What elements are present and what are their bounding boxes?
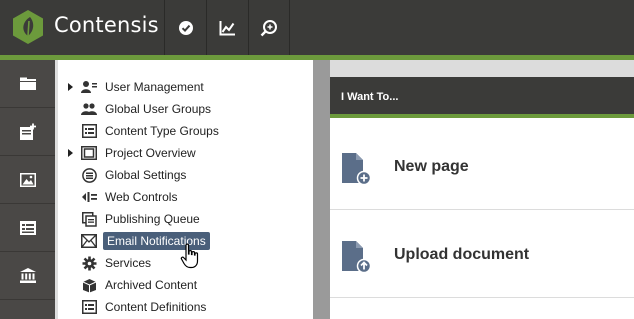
- left-rail: [0, 60, 55, 319]
- new-content-icon: [19, 123, 36, 140]
- upload-document-action[interactable]: Upload document: [330, 210, 634, 298]
- bank-icon: [19, 268, 36, 283]
- app-name: Contensis: [54, 13, 159, 37]
- folder-icon: [19, 77, 36, 90]
- web-controls-icon: [81, 189, 97, 205]
- definitions-icon: [81, 299, 97, 315]
- i-want-to-panel: I Want To... New page Upload document: [330, 60, 634, 319]
- tree-item-label: Global User Groups: [105, 102, 212, 116]
- gear-icon: [81, 255, 97, 271]
- search-settings-icon: [260, 19, 277, 36]
- i-want-to-title: I Want To...: [341, 91, 399, 103]
- tree-item-label: Archived Content: [105, 278, 198, 292]
- app-logo[interactable]: Contensis: [0, 0, 164, 55]
- rail-item-management[interactable]: [0, 252, 55, 300]
- line-chart-icon: [219, 20, 235, 35]
- top-bar: Contensis: [0, 0, 634, 55]
- tree-item-label: Web Controls: [105, 190, 178, 204]
- panel-top-strip: [330, 60, 634, 77]
- new-page-label: New page: [394, 158, 469, 175]
- form-icon: [19, 220, 36, 235]
- rail-item-folders[interactable]: [0, 60, 55, 108]
- tree-item-label: User Management: [105, 80, 204, 94]
- tree-item-label: Global Settings: [105, 168, 187, 182]
- i-want-to-header: I Want To...: [330, 77, 634, 118]
- queue-icon: [81, 211, 97, 227]
- expand-arrow-icon[interactable]: [68, 149, 73, 157]
- upload-document-icon: [342, 241, 371, 274]
- check-circle-icon: [178, 20, 193, 35]
- image-icon: [19, 172, 36, 187]
- rail-item-forms[interactable]: [0, 204, 55, 252]
- settings-list-icon: [81, 167, 97, 183]
- search-settings-button[interactable]: [248, 0, 290, 55]
- content-type-icon: [81, 123, 97, 139]
- tree-item-label: Content Type Groups: [105, 124, 219, 138]
- rail-item-images[interactable]: [0, 156, 55, 204]
- user-management-icon: [81, 79, 97, 95]
- archive-icon: [81, 277, 97, 293]
- tree-item-label: Content Definitions: [105, 300, 207, 314]
- tree-item-label: Publishing Queue: [105, 212, 200, 226]
- hand-cursor-icon: [180, 243, 199, 269]
- leaf-logo-icon: [13, 10, 43, 44]
- tree-item-label: Services: [105, 256, 152, 270]
- user-group-icon: [81, 101, 97, 117]
- new-page-icon: [342, 153, 371, 186]
- management-tree: User Management Global User Groups Conte…: [55, 60, 313, 319]
- panel-divider[interactable]: [313, 60, 330, 319]
- tree-item-label: Project Overview: [105, 146, 196, 160]
- upload-document-label: Upload document: [394, 246, 530, 263]
- new-page-action[interactable]: New page: [330, 122, 634, 210]
- tasks-button[interactable]: [164, 0, 206, 55]
- analytics-button[interactable]: [206, 0, 248, 55]
- expand-arrow-icon[interactable]: [68, 83, 73, 91]
- email-icon: [81, 233, 97, 249]
- project-icon: [81, 145, 97, 161]
- rail-item-new-content[interactable]: [0, 108, 55, 156]
